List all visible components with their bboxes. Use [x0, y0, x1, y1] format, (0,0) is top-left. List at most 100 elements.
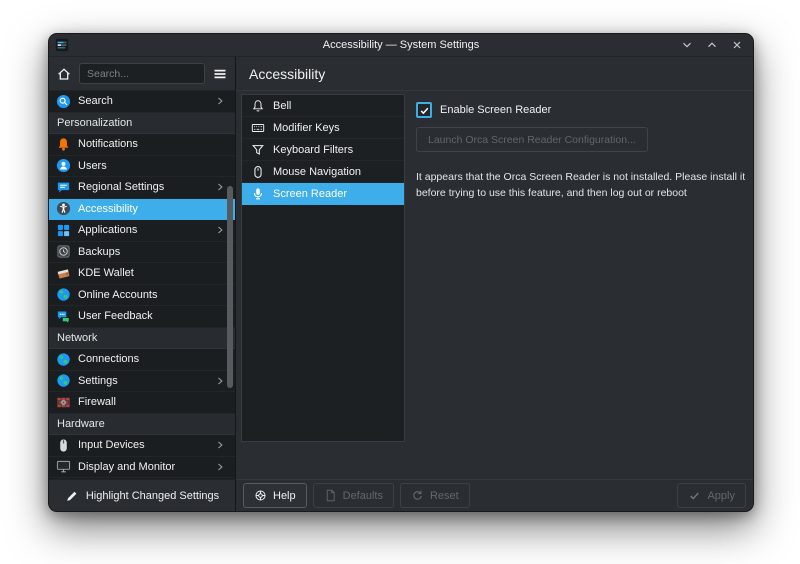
connections-icon — [56, 352, 71, 367]
user-feedback-icon — [56, 309, 71, 324]
page-title: Accessibility — [249, 66, 325, 82]
sidebar-item-online-accounts[interactable]: Online Accounts — [49, 285, 235, 307]
tab-label: Modifier Keys — [273, 122, 340, 134]
sidebar-toolbar — [49, 57, 235, 91]
regional-settings-icon — [56, 180, 71, 195]
modifier-keys-icon — [251, 121, 265, 135]
tab-label: Keyboard Filters — [273, 144, 353, 156]
users-icon — [56, 158, 71, 173]
highlight-changed-settings-label: Highlight Changed Settings — [86, 490, 219, 502]
online-accounts-icon — [56, 287, 71, 302]
enable-screen-reader-row: Enable Screen Reader — [416, 102, 746, 118]
input-devices-icon — [56, 438, 71, 453]
chevron-right-icon — [214, 461, 226, 473]
display-monitor-icon — [56, 459, 71, 474]
sidebar-section-hardware: Hardware — [49, 414, 235, 436]
content-area: Accessibility Bell Modifier Keys Keyboard … — [236, 57, 753, 511]
sidebar-item-label: Settings — [78, 375, 207, 387]
tab-screen-reader[interactable]: Screen Reader — [242, 183, 404, 205]
tab-modifier-keys[interactable]: Modifier Keys — [242, 117, 404, 139]
sidebar-item-firewall[interactable]: Firewall — [49, 392, 235, 414]
chevron-right-icon — [214, 224, 226, 236]
sidebar-item-applications[interactable]: Applications — [49, 220, 235, 242]
chevron-right-icon — [214, 375, 226, 387]
maximize-icon[interactable] — [706, 39, 718, 51]
accessibility-icon — [56, 201, 71, 216]
sidebar-category-list: Search Personalization Notifications Users R… — [49, 91, 235, 479]
sidebar-item-label: Regional Settings — [78, 181, 207, 193]
sidebar-item-user-feedback[interactable]: User Feedback — [49, 306, 235, 328]
chevron-right-icon — [214, 181, 226, 193]
help-button[interactable]: Help — [243, 483, 307, 508]
sidebar-item-users[interactable]: Users — [49, 156, 235, 178]
sidebar-item-label: User Feedback — [78, 310, 228, 322]
apply-button[interactable]: Apply — [677, 483, 746, 508]
sidebar-item-notifications[interactable]: Notifications — [49, 134, 235, 156]
sidebar-item-label: Connections — [78, 353, 228, 365]
sidebar-item-connections[interactable]: Connections — [49, 349, 235, 371]
mouse-navigation-icon — [251, 165, 265, 179]
help-icon — [254, 489, 267, 502]
sidebar-section-personalization: Personalization — [49, 113, 235, 135]
tab-keyboard-filters[interactable]: Keyboard Filters — [242, 139, 404, 161]
sidebar-item-label: Online Accounts — [78, 289, 228, 301]
sidebar-item-label: Input Devices — [78, 439, 207, 451]
close-icon[interactable] — [731, 39, 743, 51]
enable-screen-reader-label: Enable Screen Reader — [440, 104, 551, 116]
backups-icon — [56, 244, 71, 259]
minimize-icon[interactable] — [681, 39, 693, 51]
search-input[interactable] — [79, 63, 205, 84]
sidebar-item-kde-wallet[interactable]: KDE Wallet — [49, 263, 235, 285]
sidebar-item-label: Applications — [78, 224, 207, 236]
tab-bell[interactable]: Bell — [242, 95, 404, 117]
accessibility-tab-list: Bell Modifier Keys Keyboard Filters Mouse N… — [241, 94, 405, 442]
chevron-right-icon — [214, 439, 226, 451]
sidebar-item-label: Accessibility — [78, 203, 228, 215]
sidebar-item-search[interactable]: Search — [49, 91, 235, 113]
hamburger-menu-icon[interactable] — [212, 66, 228, 82]
apply-icon — [688, 489, 701, 502]
footer-toolbar: Help Defaults Reset Apply — [236, 479, 753, 511]
app-icon — [55, 38, 69, 52]
sidebar-item-label: Notifications — [78, 138, 228, 150]
tab-label: Mouse Navigation — [273, 166, 361, 178]
screen-reader-icon — [251, 187, 265, 201]
tab-label: Screen Reader — [273, 188, 347, 200]
defaults-icon — [324, 489, 337, 502]
keyboard-filters-icon — [251, 143, 265, 157]
launch-orca-configuration-button[interactable]: Launch Orca Screen Reader Configuration.… — [416, 127, 648, 152]
chevron-right-icon — [214, 95, 226, 107]
defaults-button[interactable]: Defaults — [313, 483, 394, 508]
sidebar-scrollbar[interactable] — [227, 186, 233, 388]
check-icon — [419, 105, 430, 116]
enable-screen-reader-checkbox[interactable] — [416, 102, 432, 118]
system-settings-window: Accessibility — System Settings Search Pe… — [48, 33, 754, 512]
sidebar-item-input-devices[interactable]: Input Devices — [49, 435, 235, 457]
applications-icon — [56, 223, 71, 238]
page-header: Accessibility — [236, 57, 753, 91]
sidebar: Search Personalization Notifications Users R… — [49, 57, 236, 511]
sidebar-section-network: Network — [49, 328, 235, 350]
sidebar-item-backups[interactable]: Backups — [49, 242, 235, 264]
sidebar-item-accessibility[interactable]: Accessibility — [49, 199, 235, 221]
reset-button[interactable]: Reset — [400, 483, 470, 508]
sidebar-item-label: Backups — [78, 246, 228, 258]
home-icon[interactable] — [56, 66, 72, 82]
window-title: Accessibility — System Settings — [49, 39, 753, 51]
sidebar-item-settings[interactable]: Settings — [49, 371, 235, 393]
sidebar-item-display-and-monitor[interactable]: Display and Monitor — [49, 457, 235, 479]
orca-not-installed-message: It appears that the Orca Screen Reader i… — [416, 169, 746, 202]
titlebar[interactable]: Accessibility — System Settings — [49, 34, 753, 57]
firewall-icon — [56, 395, 71, 410]
sidebar-item-label: Search — [78, 95, 207, 107]
highlight-changed-settings-button[interactable]: Highlight Changed Settings — [49, 479, 235, 511]
search-icon — [56, 94, 71, 109]
screen-reader-panel: Enable Screen Reader Launch Orca Screen … — [416, 93, 746, 479]
network-settings-icon — [56, 373, 71, 388]
sidebar-item-audio[interactable]: Audio — [49, 478, 235, 479]
pencil-icon — [65, 489, 79, 503]
tab-mouse-navigation[interactable]: Mouse Navigation — [242, 161, 404, 183]
sidebar-item-label: KDE Wallet — [78, 267, 228, 279]
kde-wallet-icon — [56, 266, 71, 281]
sidebar-item-regional-settings[interactable]: Regional Settings — [49, 177, 235, 199]
